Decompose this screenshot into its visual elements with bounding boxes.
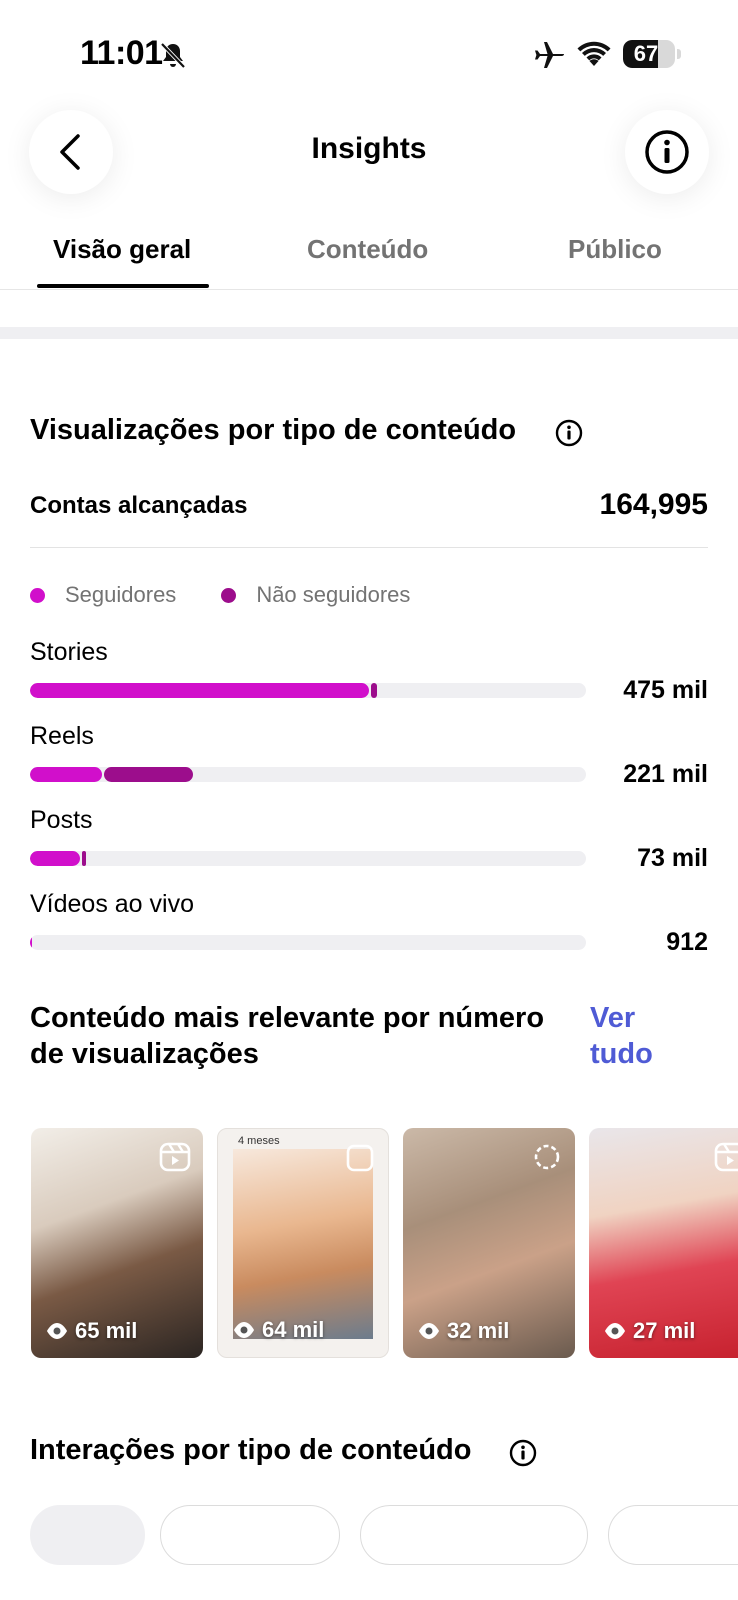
reels-value: 221 mil bbox=[623, 760, 708, 788]
airplane-icon bbox=[535, 42, 564, 68]
reels-bar bbox=[30, 767, 586, 782]
battery-icon: 67 bbox=[623, 40, 675, 68]
filter-chip-all[interactable] bbox=[30, 1505, 145, 1565]
followers-dot-icon bbox=[30, 587, 45, 603]
content-thumbnail-3[interactable]: 32 mil bbox=[403, 1128, 575, 1358]
filter-chip-shares[interactable] bbox=[608, 1505, 738, 1565]
thumbnail-views: 64 mil bbox=[232, 1317, 324, 1343]
content-thumbnail-2[interactable]: 4 meses 64 mil bbox=[217, 1128, 389, 1358]
stories-value: 475 mil bbox=[623, 676, 708, 704]
story-icon bbox=[534, 1144, 560, 1170]
divider bbox=[30, 547, 708, 548]
bell-slash-icon bbox=[160, 42, 186, 69]
tab-audience[interactable]: Público bbox=[568, 234, 662, 265]
legend-followers-label: Seguidores bbox=[65, 582, 177, 607]
thumbnail-caption: 4 meses bbox=[238, 1135, 280, 1147]
accounts-reached-value: 164,995 bbox=[599, 488, 708, 521]
eye-icon bbox=[419, 1323, 439, 1339]
info-icon[interactable] bbox=[509, 1439, 537, 1467]
tab-bar: Visão geral Conteúdo Público bbox=[0, 220, 738, 290]
views-count: 64 mil bbox=[262, 1317, 325, 1342]
followers-segment bbox=[30, 935, 32, 950]
non-followers-segment bbox=[82, 851, 87, 866]
thumbnail-views: 65 mil bbox=[45, 1318, 137, 1344]
info-icon bbox=[645, 130, 689, 174]
filter-chip-comments[interactable] bbox=[360, 1505, 588, 1565]
chart-legend: Seguidores Não seguidores bbox=[30, 580, 455, 610]
eye-icon bbox=[605, 1323, 625, 1339]
eye-icon bbox=[47, 1323, 67, 1339]
non-followers-dot-icon bbox=[221, 587, 237, 603]
battery-level: 67 bbox=[633, 41, 659, 66]
top-content-title: Conteúdo mais relevante por número de vi… bbox=[30, 1002, 545, 1070]
live-videos-value: 912 bbox=[666, 928, 708, 956]
posts-bar bbox=[30, 851, 586, 866]
posts-label: Posts bbox=[30, 806, 93, 834]
followers-segment bbox=[30, 851, 81, 866]
thumbnail-photo bbox=[233, 1149, 373, 1339]
reels-icon bbox=[714, 1142, 738, 1172]
active-tab-indicator bbox=[37, 284, 209, 288]
tab-overview[interactable]: Visão geral bbox=[53, 234, 191, 265]
views-count: 65 mil bbox=[75, 1318, 138, 1343]
info-icon[interactable] bbox=[555, 419, 583, 447]
tab-content[interactable]: Conteúdo bbox=[307, 234, 428, 265]
see-all-link[interactable]: Ver tudo bbox=[590, 1000, 690, 1072]
non-followers-segment bbox=[371, 683, 377, 698]
live-videos-label: Vídeos ao vivo bbox=[30, 890, 194, 918]
section-divider bbox=[0, 327, 738, 339]
views-count: 27 mil bbox=[633, 1318, 696, 1343]
thumbnail-views: 32 mil bbox=[417, 1318, 509, 1344]
interaction-filter-chips bbox=[30, 1505, 738, 1565]
followers-segment bbox=[30, 683, 370, 698]
views-by-type-title: Visualizações por tipo de conteúdo bbox=[30, 414, 517, 446]
status-bar: 11:01 67 bbox=[0, 0, 738, 100]
wifi-icon bbox=[577, 41, 611, 66]
stories-bar bbox=[30, 683, 586, 698]
status-time: 11:01 bbox=[80, 34, 163, 72]
content-thumbnail-4[interactable]: 27 mil bbox=[589, 1128, 738, 1358]
legend-followers: Seguidores bbox=[30, 582, 176, 608]
posts-value: 73 mil bbox=[637, 844, 708, 872]
reels-icon bbox=[159, 1142, 191, 1172]
legend-non-followers: Não seguidores bbox=[221, 582, 410, 608]
followers-segment bbox=[30, 767, 103, 782]
thumbnail-views: 27 mil bbox=[603, 1318, 695, 1344]
info-button[interactable] bbox=[625, 110, 709, 194]
accounts-reached-label: Contas alcançadas bbox=[30, 492, 248, 519]
non-followers-segment bbox=[104, 767, 194, 782]
filter-chip-likes[interactable] bbox=[160, 1505, 340, 1565]
content-thumbnail-1[interactable]: 65 mil bbox=[31, 1128, 203, 1358]
interactions-title: Interações por tipo de conteúdo bbox=[30, 1434, 472, 1466]
post-icon bbox=[346, 1144, 374, 1172]
views-count: 32 mil bbox=[447, 1318, 510, 1343]
eye-icon bbox=[234, 1322, 254, 1338]
legend-non-followers-label: Não seguidores bbox=[256, 582, 411, 607]
stories-label: Stories bbox=[30, 638, 108, 666]
live-videos-bar bbox=[30, 935, 586, 950]
reels-label: Reels bbox=[30, 722, 94, 750]
